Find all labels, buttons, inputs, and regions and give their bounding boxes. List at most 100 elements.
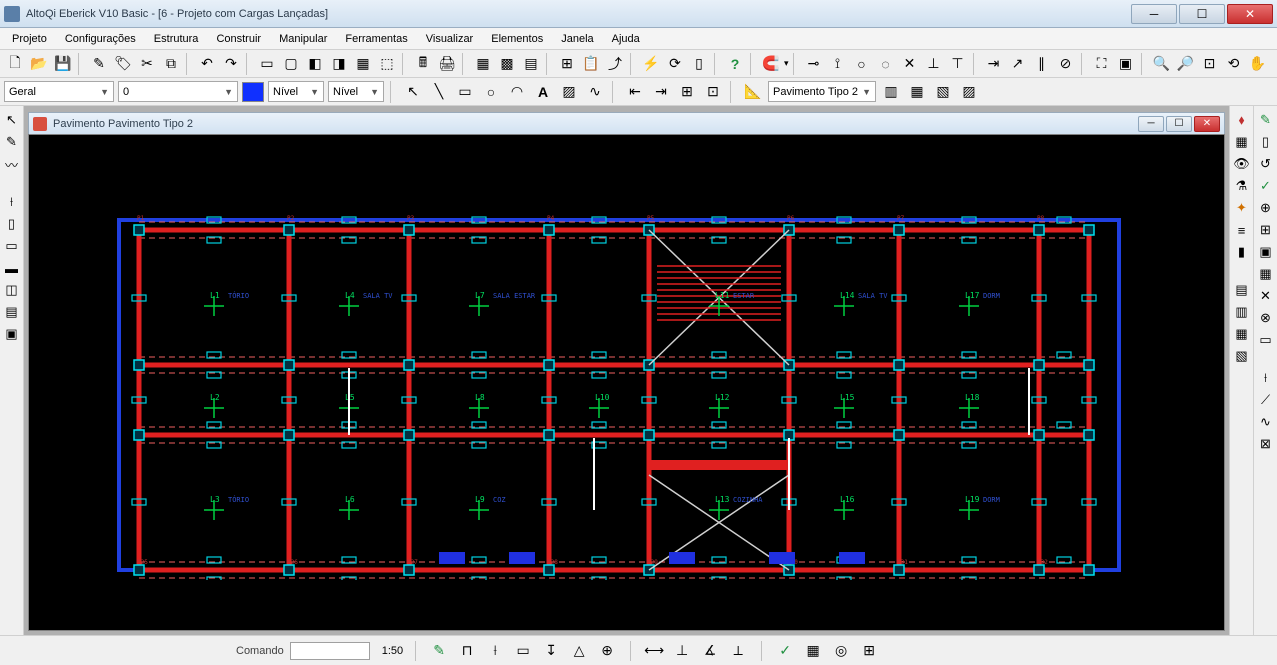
dim2-icon[interactable]: ⇥ [650,81,672,103]
sb-support-icon[interactable]: △ [568,640,590,662]
circle-icon[interactable]: ○ [480,81,502,103]
tool-e-icon[interactable]: ▦ [352,53,374,75]
copy-icon[interactable]: ⧉ [160,53,182,75]
column-icon[interactable]: ▯ [2,214,22,234]
menu-construir[interactable]: Construir [208,31,269,47]
level-combo-2[interactable]: Nível ▼ [328,81,384,102]
tool-a-icon[interactable]: ▭ [256,53,278,75]
view-icon[interactable]: 👁 [1232,154,1252,174]
calc-icon[interactable]: 🖩 [412,53,434,75]
detail-a-icon[interactable]: ▤ [1232,280,1252,300]
zoom-extents-icon[interactable]: ▣ [1115,53,1137,75]
r2-g-icon[interactable]: ▣ [1256,242,1276,262]
menu-ajuda[interactable]: Ajuda [604,31,648,47]
table-icon[interactable]: ⊞ [556,53,578,75]
r2-e-icon[interactable]: ⊕ [1256,198,1276,218]
maximize-button[interactable]: ☐ [1179,4,1225,24]
pav-a-icon[interactable]: ▥ [880,81,902,103]
node-icon[interactable]: ✦ [1232,198,1252,218]
print-icon[interactable]: 🖨 [436,53,458,75]
detail-d-icon[interactable]: ▧ [1232,346,1252,366]
tool-d-icon[interactable]: ◨ [328,53,350,75]
layer-combo[interactable]: Geral ▼ [4,81,114,102]
report-icon[interactable]: 📋 [580,53,602,75]
close-button[interactable]: ✕ [1227,4,1273,24]
doc-close-button[interactable]: ✕ [1194,116,1220,132]
sb-dim4-icon[interactable]: ⟂ [727,640,749,662]
sb-column-icon[interactable]: ⊓ [456,640,478,662]
measure-icon[interactable]: 📐 [742,81,764,103]
value-combo[interactable]: 0 ▼ [118,81,238,102]
dim3-icon[interactable]: ⊞ [676,81,698,103]
snap-midpoint-icon[interactable]: ⟟ [827,53,849,75]
open-icon[interactable]: 📂 [28,53,50,75]
menu-estrutura[interactable]: Estrutura [146,31,207,47]
polyline-icon[interactable]: ∿ [584,81,606,103]
zoom-window-icon[interactable]: ⛶ [1091,53,1113,75]
dim4-icon[interactable]: ⊡ [702,81,724,103]
r2-d-icon[interactable]: ✓ [1256,176,1276,196]
zoom-prev-icon[interactable]: ⟲ [1223,53,1245,75]
r2-m-icon[interactable]: ⟋ [1256,390,1276,410]
sb-dim1-icon[interactable]: ⟷ [643,640,665,662]
menu-elementos[interactable]: Elementos [483,31,551,47]
export-icon[interactable]: ⤴ [604,53,626,75]
pavement-combo[interactable]: Pavimento Tipo 2 ▼ [768,81,876,102]
tool-b-icon[interactable]: ▢ [280,53,302,75]
rect-icon[interactable]: ▭ [454,81,476,103]
pav-c-icon[interactable]: ▧ [932,81,954,103]
doc-minimize-button[interactable]: ─ [1138,116,1164,132]
beam-icon[interactable]: ⟊ [2,192,22,212]
tool-c-icon[interactable]: ◧ [304,53,326,75]
sb-slab-icon[interactable]: ▭ [512,640,534,662]
pav-d-icon[interactable]: ▨ [958,81,980,103]
drawing-canvas[interactable]: L1TÓRIOL4SALA TVL7SALA ESTARL11ESTARL14S… [28,134,1225,631]
wall-icon[interactable]: ▬ [2,258,22,278]
sb-pencil-icon[interactable]: ✎ [428,640,450,662]
draw-icon[interactable]: ✎ [2,132,22,152]
snap-parallel-icon[interactable]: ∥ [1031,53,1053,75]
detail-c-icon[interactable]: ▦ [1232,324,1252,344]
undo-icon[interactable]: ↶ [196,53,218,75]
refresh-icon[interactable]: ⟳ [664,53,686,75]
menu-projeto[interactable]: Projeto [4,31,55,47]
snap-perp-icon[interactable]: ⊥ [923,53,945,75]
r2-a-icon[interactable]: ✎ [1256,110,1276,130]
grid2-icon[interactable]: ▩ [496,53,518,75]
pav-b-icon[interactable]: ▦ [906,81,928,103]
r2-n-icon[interactable]: ∿ [1256,412,1276,432]
snap-ext-icon[interactable]: ↗ [1007,53,1029,75]
list-icon[interactable]: ≡ [1232,220,1252,240]
tag-icon[interactable]: 🏷 [112,53,134,75]
r2-l-icon[interactable]: ⟊ [1256,368,1276,388]
zoom-in-icon[interactable]: 🔍 [1151,53,1173,75]
stair-icon[interactable]: ▤ [2,302,22,322]
snap-tangent-icon[interactable]: ⊤ [947,53,969,75]
foundation-icon[interactable]: ▣ [2,324,22,344]
select-icon[interactable]: ↖ [2,110,22,130]
sb-ortho-icon[interactable]: ⊞ [858,640,880,662]
minimize-button[interactable]: ─ [1131,4,1177,24]
sb-grid-icon[interactable]: ▦ [802,640,824,662]
filter-icon[interactable]: ⚗ [1232,176,1252,196]
arc-icon[interactable]: ◠ [506,81,528,103]
new-icon[interactable]: 🗋 [4,53,26,75]
save-icon[interactable]: 💾 [52,53,74,75]
snap-intersect-icon[interactable]: ✕ [899,53,921,75]
snap-endpoint-icon[interactable]: ⊸ [803,53,825,75]
cut-icon[interactable]: ✂ [136,53,158,75]
text-icon[interactable]: A [532,81,554,103]
r2-i-icon[interactable]: ✕ [1256,286,1276,306]
snap-none-icon[interactable]: ⊘ [1055,53,1077,75]
pan-icon[interactable]: ✋ [1247,53,1269,75]
grid3-icon[interactable]: ▤ [520,53,542,75]
opening-icon[interactable]: ◫ [2,280,22,300]
command-input[interactable] [290,642,370,660]
page-icon[interactable]: ▯ [688,53,710,75]
menu-manipular[interactable]: Manipular [271,31,335,47]
r2-k-icon[interactable]: ▭ [1256,330,1276,350]
level-combo-1[interactable]: Nível ▼ [268,81,324,102]
section-icon[interactable]: ▮ [1232,242,1252,262]
hatch-icon[interactable]: ▨ [558,81,580,103]
line-icon[interactable]: ╲ [428,81,450,103]
